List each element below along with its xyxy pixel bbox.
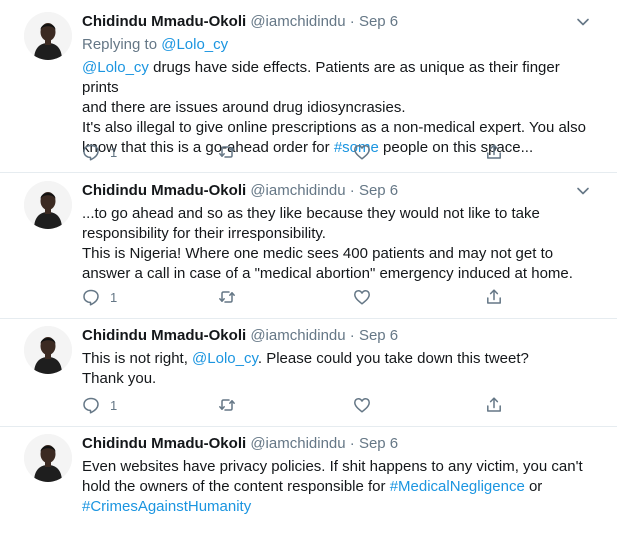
separator-dot: · xyxy=(349,327,355,344)
separator-dot: · xyxy=(349,435,355,452)
chevron-down-icon[interactable] xyxy=(573,12,593,32)
hashtag-link[interactable]: #MedicalNegligence xyxy=(390,478,525,495)
tweet-text-line: hold the owners of the content responsib… xyxy=(82,478,390,495)
tweet-actions: 1 xyxy=(82,395,512,415)
tweet-text-line: or xyxy=(524,478,543,495)
like-button[interactable] xyxy=(353,142,371,162)
avatar[interactable] xyxy=(24,326,72,374)
tweet-text-line: This is not right, xyxy=(82,350,193,367)
tweet-date[interactable]: Sep 6 xyxy=(359,13,398,30)
author-handle[interactable]: @iamchidindu xyxy=(250,435,345,452)
tweet-text-line: This is Nigeria! Where one medic sees 40… xyxy=(82,245,554,262)
tweet[interactable]: Chidindu Mmadu-Okoli @iamchidindu · Sep … xyxy=(0,173,617,318)
tweet-text: This is not right, @Lolo_cy. Please coul… xyxy=(82,349,589,389)
separator-dot: · xyxy=(349,182,355,199)
share-button[interactable] xyxy=(485,142,503,162)
retweet-icon xyxy=(219,399,235,411)
author-name[interactable]: Chidindu Mmadu-Okoli xyxy=(82,327,246,344)
share-button[interactable] xyxy=(485,395,503,415)
reply-icon xyxy=(83,144,99,161)
like-button[interactable] xyxy=(353,395,371,415)
tweet-thread: Chidindu Mmadu-Okoli @iamchidindu · Sep … xyxy=(0,0,617,539)
tweet-text: Even websites have privacy policies. If … xyxy=(82,457,589,517)
tweet-text-line: drugs have side effects. Patients are as… xyxy=(82,59,560,96)
like-icon xyxy=(354,398,370,413)
tweet-date[interactable]: Sep 6 xyxy=(359,182,398,199)
tweet-text-line: Even websites have privacy policies. If … xyxy=(82,458,583,475)
reply-button[interactable]: 1 xyxy=(82,142,117,162)
author-handle[interactable]: @iamchidindu xyxy=(250,182,345,199)
tweet-date[interactable]: Sep 6 xyxy=(359,327,398,344)
hashtag-link[interactable]: #CrimesAgainstHumanity xyxy=(82,498,251,515)
tweet[interactable]: Chidindu Mmadu-Okoli @iamchidindu · Sep … xyxy=(0,319,617,426)
tweet-header: Chidindu Mmadu-Okoli @iamchidindu · Sep … xyxy=(82,326,589,346)
reply-icon xyxy=(83,289,99,306)
avatar[interactable] xyxy=(24,434,72,482)
tweet-header: Chidindu Mmadu-Okoli @iamchidindu · Sep … xyxy=(82,181,589,201)
share-icon xyxy=(487,144,501,159)
author-handle[interactable]: @iamchidindu xyxy=(250,13,345,30)
share-button[interactable] xyxy=(485,287,503,307)
reply-count: 1 xyxy=(110,289,118,305)
separator-dot: · xyxy=(349,13,355,30)
replying-to-line: Replying to @Lolo_cy xyxy=(82,35,589,55)
tweet-actions: 1 xyxy=(82,287,512,307)
like-button[interactable] xyxy=(353,287,371,307)
chevron-down-icon[interactable] xyxy=(573,181,593,201)
tweet[interactable]: Chidindu Mmadu-Okoli @iamchidindu · Sep … xyxy=(0,427,617,539)
share-icon xyxy=(487,289,501,304)
reply-button[interactable]: 1 xyxy=(82,395,117,415)
tweet-text-line: answer a call in case of a "medical abor… xyxy=(82,265,573,282)
tweet-header: Chidindu Mmadu-Okoli @iamchidindu · Sep … xyxy=(82,434,589,454)
tweet-text-line: ...to go ahead and so as they like becau… xyxy=(82,205,540,222)
author-name[interactable]: Chidindu Mmadu-Okoli xyxy=(82,182,246,199)
replying-to-mention[interactable]: @Lolo_cy xyxy=(161,36,228,53)
retweet-button[interactable] xyxy=(218,287,236,307)
avatar[interactable] xyxy=(24,181,72,229)
like-icon xyxy=(354,145,370,160)
tweet-actions: 1 xyxy=(82,142,512,162)
replying-to-label: Replying to xyxy=(82,36,158,53)
tweet-text-line: . Please could you take down this tweet? xyxy=(257,350,529,367)
author-name[interactable]: Chidindu Mmadu-Okoli xyxy=(82,435,246,452)
retweet-icon xyxy=(219,291,235,303)
share-icon xyxy=(487,397,501,412)
tweet[interactable]: Chidindu Mmadu-Okoli @iamchidindu · Sep … xyxy=(0,0,617,172)
tweet-text-line: and there are issues around drug idiosyn… xyxy=(82,99,406,116)
tweet-header: Chidindu Mmadu-Okoli @iamchidindu · Sep … xyxy=(82,12,589,32)
reply-button[interactable]: 1 xyxy=(82,287,117,307)
author-handle[interactable]: @iamchidindu xyxy=(250,327,345,344)
retweet-button[interactable] xyxy=(218,395,236,415)
like-icon xyxy=(354,290,370,305)
tweet-text: ...to go ahead and so as they like becau… xyxy=(82,204,589,284)
tweet-text-line: Thank you. xyxy=(82,370,157,387)
author-name[interactable]: Chidindu Mmadu-Okoli xyxy=(82,13,246,30)
retweet-icon xyxy=(219,146,235,158)
tweet-date[interactable]: Sep 6 xyxy=(359,435,398,452)
tweet-text-line: It's also illegal to give online prescri… xyxy=(82,119,586,136)
reply-count: 1 xyxy=(110,397,118,413)
reply-icon xyxy=(83,397,99,414)
retweet-button[interactable] xyxy=(218,142,236,162)
avatar[interactable] xyxy=(24,12,72,60)
mention-link[interactable]: @Lolo_cy xyxy=(192,350,258,367)
mention-link[interactable]: @Lolo_cy xyxy=(82,59,149,76)
tweet-text-line: responsibility for their irresponsibilit… xyxy=(82,225,326,242)
reply-count: 1 xyxy=(110,144,118,160)
